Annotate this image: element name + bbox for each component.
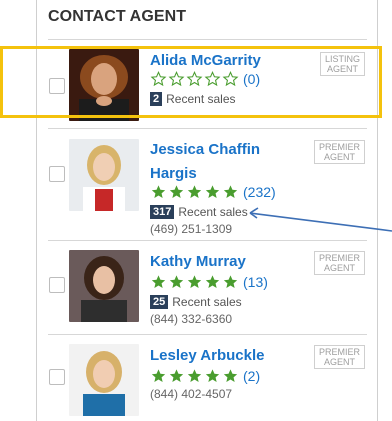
star-icon [151, 275, 166, 288]
star-icon [151, 185, 166, 198]
recent-sales: 317 Recent sales [150, 205, 248, 219]
rating-count[interactable]: (13) [243, 274, 268, 290]
rating-stars: (2) [150, 368, 260, 384]
agent-photo [69, 344, 139, 416]
sales-count-badge: 317 [150, 205, 175, 219]
agent-photo [69, 250, 139, 322]
star-icon [187, 369, 202, 382]
rating-stars: (13) [150, 274, 268, 290]
premier-agent-badge: PREMIER AGENT [313, 251, 365, 275]
premier-agent-badge: PREMIER AGENT [313, 345, 365, 369]
header-divider [48, 39, 367, 40]
star-icon [223, 369, 238, 382]
star-icon [169, 275, 184, 288]
premier-agent-badge: PREMIER AGENT [313, 140, 365, 164]
star-icon [223, 275, 238, 288]
agent-select-checkbox[interactable] [49, 277, 65, 293]
rating-count[interactable]: (2) [243, 368, 260, 384]
agent-photo [69, 139, 139, 211]
agent-card-lesley[interactable]: Lesley Arbuckle PREMIER AGENT (2) (844) … [37, 341, 377, 421]
agent-name[interactable]: Kathy Murray [150, 252, 246, 272]
star-icon [169, 369, 184, 382]
recent-sales: 25 Recent sales [150, 295, 242, 309]
star-icon [169, 185, 184, 198]
agent-phone[interactable]: (844) 332-6360 [150, 312, 232, 326]
star-icon [187, 185, 202, 198]
rating-count[interactable]: (232) [243, 184, 276, 200]
sales-label: Recent sales [178, 205, 248, 219]
sales-label: Recent sales [172, 295, 242, 309]
star-icon [151, 369, 166, 382]
row-divider [48, 334, 367, 335]
star-icon [223, 185, 238, 198]
agent-select-checkbox[interactable] [49, 166, 65, 182]
rating-stars: (232) [150, 184, 276, 200]
star-icon [205, 275, 220, 288]
agent-card-jessica[interactable]: Jessica Chaffin Hargis PREMIER AGENT (23… [37, 136, 377, 236]
row-divider [48, 240, 367, 241]
star-icon [205, 185, 220, 198]
agent-name[interactable]: Lesley Arbuckle [150, 346, 265, 366]
star-icon [205, 369, 220, 382]
agent-card-kathy[interactable]: Kathy Murray PREMIER AGENT (13) 25 Recen… [37, 247, 377, 331]
agent-phone[interactable]: (844) 402-4507 [150, 387, 232, 401]
row-divider [48, 128, 367, 129]
panel-title: CONTACT AGENT [48, 8, 187, 25]
agent-name[interactable]: Jessica Chaffin Hargis [150, 140, 260, 184]
star-icon [187, 275, 202, 288]
listing-agent-highlight [0, 46, 382, 118]
sales-count-badge: 25 [150, 295, 169, 309]
agent-phone[interactable]: (469) 251-1309 [150, 222, 232, 236]
agent-select-checkbox[interactable] [49, 369, 65, 385]
